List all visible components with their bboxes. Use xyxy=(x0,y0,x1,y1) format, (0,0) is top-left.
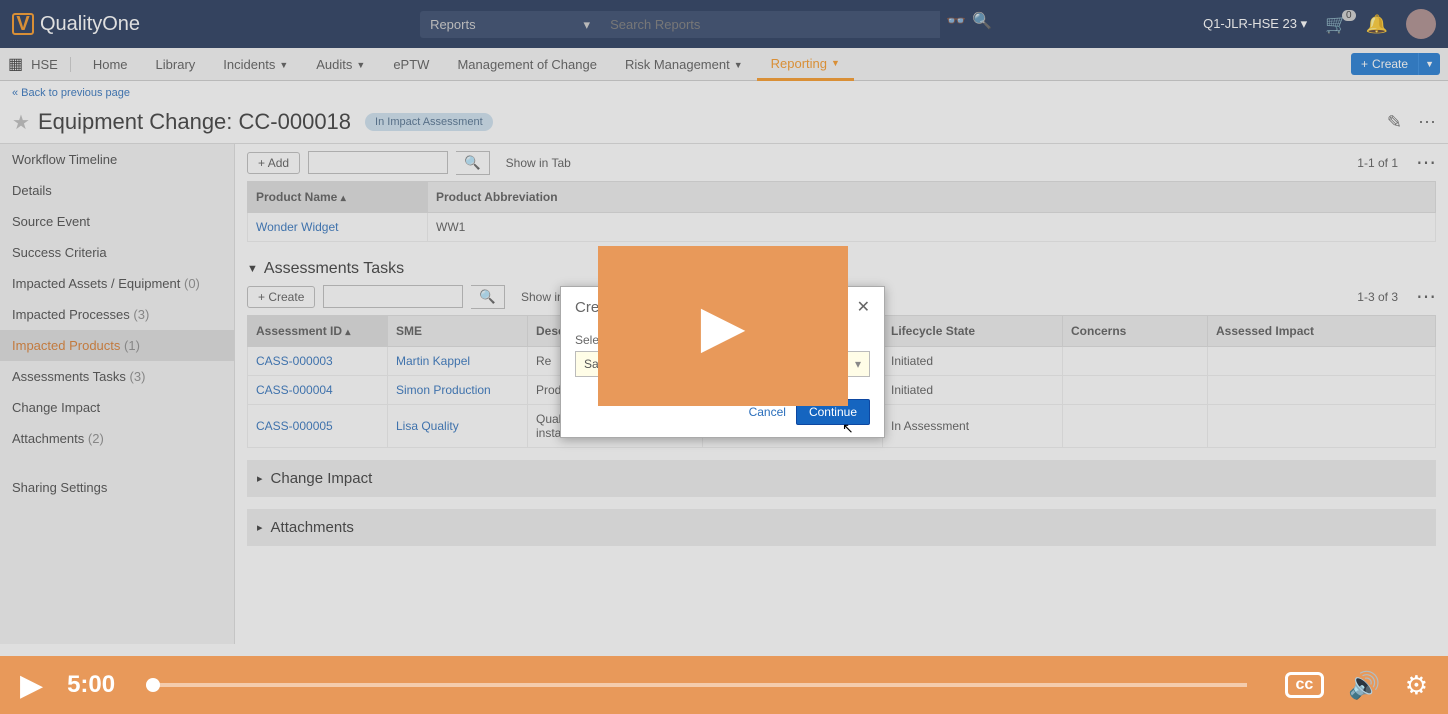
dialog-title: Create Change Assessment xyxy=(575,299,762,316)
play-icon[interactable]: ▶ xyxy=(20,668,43,703)
dialog-cancel-button[interactable]: Cancel xyxy=(749,405,786,419)
dialog-field-label: Select Change Assessment xyxy=(575,333,870,347)
progress-thumb[interactable] xyxy=(146,678,160,692)
assessment-type-select[interactable]: Safety Assessment xyxy=(575,351,870,377)
cc-button[interactable]: cc xyxy=(1285,672,1325,698)
progress-bar[interactable] xyxy=(153,683,1246,687)
create-change-assessment-dialog: Create Change Assessment ✕ Select Change… xyxy=(560,286,885,438)
video-player-bar: ▶ 5:00 cc 🔊 ⚙ xyxy=(0,656,1448,714)
dialog-close-icon[interactable]: ✕ xyxy=(857,297,870,317)
dialog-continue-button[interactable]: Continue xyxy=(796,399,870,425)
volume-icon[interactable]: 🔊 xyxy=(1348,670,1380,701)
settings-gear-icon[interactable]: ⚙ xyxy=(1405,670,1428,701)
playback-time: 5:00 xyxy=(67,671,115,699)
